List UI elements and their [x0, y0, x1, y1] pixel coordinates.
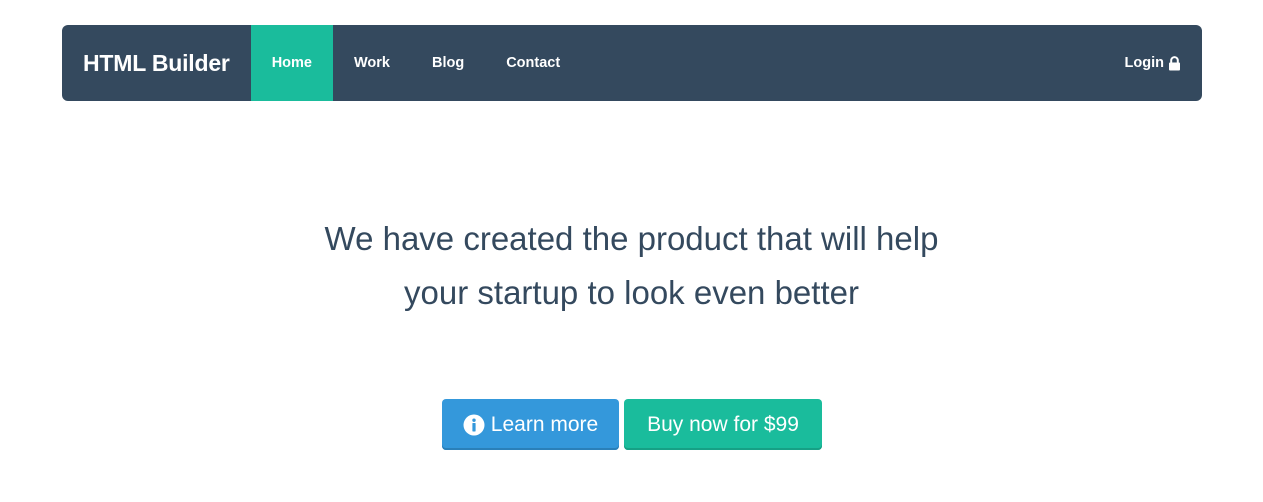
brand-logo[interactable]: HTML Builder	[62, 25, 251, 101]
login-link[interactable]: Login	[1125, 25, 1202, 101]
buy-now-button[interactable]: Buy now for $99	[624, 399, 822, 450]
page: HTML Builder Home Work Blog Contact Logi…	[0, 0, 1263, 502]
lock-icon	[1169, 55, 1180, 70]
buy-now-label: Buy now for $99	[647, 412, 799, 436]
nav-item-contact[interactable]: Contact	[485, 25, 581, 101]
top-navbar: HTML Builder Home Work Blog Contact Logi…	[62, 25, 1202, 101]
headline-line-2: your startup to look even better	[404, 274, 859, 311]
nav-item-blog[interactable]: Blog	[411, 25, 485, 101]
hero-headline: We have created the product that will he…	[0, 212, 1263, 320]
learn-more-label: Learn more	[490, 412, 599, 436]
hero-actions: Learn more Buy now for $99	[442, 399, 822, 450]
headline-line-1: We have created the product that will he…	[324, 220, 939, 257]
login-label: Login	[1124, 55, 1164, 71]
nav-item-home[interactable]: Home	[250, 25, 333, 101]
nav-menu: Home Work Blog Contact	[250, 25, 582, 101]
learn-more-button[interactable]: Learn more	[442, 399, 619, 450]
info-icon	[463, 414, 485, 435]
nav-item-work[interactable]: Work	[333, 25, 411, 101]
